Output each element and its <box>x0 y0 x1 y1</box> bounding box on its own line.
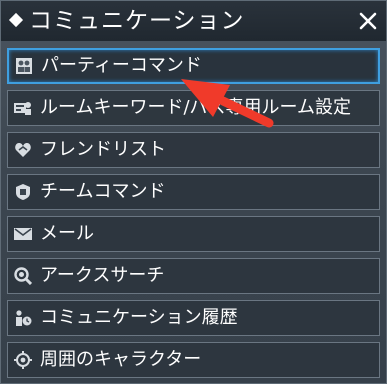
menu-item-room-keyword[interactable]: ルームキーワード/パス専用ルーム設定 <box>7 90 380 126</box>
menu-item-label: メール <box>40 223 94 244</box>
menu-item-party-command[interactable]: パーティーコマンド <box>7 48 380 84</box>
room-keyword-icon <box>14 99 32 117</box>
menu-item-label: パーティーコマンド <box>41 55 202 76</box>
menu-item-label: フレンドリスト <box>40 139 166 160</box>
menu-item-mail[interactable]: メール <box>7 216 380 252</box>
close-icon[interactable] <box>356 9 380 33</box>
panel-title: コミュニケーション <box>29 8 245 34</box>
menu-item-label: コミュニケーション履歴 <box>40 307 238 328</box>
diamond-icon <box>8 12 24 28</box>
mail-icon <box>14 225 32 243</box>
menu-item-team-command[interactable]: チームコマンド <box>7 174 380 210</box>
communication-panel: コミュニケーション パーティーコマンド ルームキーワード/パス専用ルーム設定 フ… <box>0 0 387 384</box>
friend-list-icon <box>14 141 32 159</box>
history-icon <box>14 309 32 327</box>
menu-item-arks-search[interactable]: アークスサーチ <box>7 258 380 294</box>
menu-item-label: 周囲のキャラクター <box>40 349 202 370</box>
communication-menu: パーティーコマンド ルームキーワード/パス専用ルーム設定 フレンドリスト チーム… <box>7 48 380 383</box>
menu-item-label: アークスサーチ <box>40 265 165 286</box>
menu-item-friend-list[interactable]: フレンドリスト <box>7 132 380 168</box>
nearby-characters-icon <box>14 351 32 369</box>
menu-item-label: ルームキーワード/パス専用ルーム設定 <box>40 97 351 118</box>
search-icon <box>14 267 33 286</box>
team-icon <box>14 183 32 201</box>
menu-item-communication-history[interactable]: コミュニケーション履歴 <box>7 300 380 336</box>
menu-item-label: チームコマンド <box>40 181 166 202</box>
party-icon <box>15 57 33 75</box>
menu-item-nearby-characters[interactable]: 周囲のキャラクター <box>7 342 380 378</box>
panel-header: コミュニケーション <box>1 1 386 41</box>
